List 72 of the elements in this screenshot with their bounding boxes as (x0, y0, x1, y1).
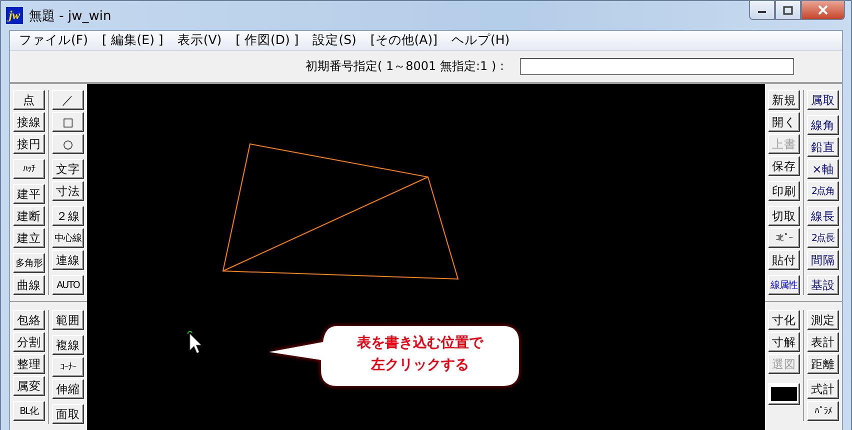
minimize-button[interactable] (749, 1, 775, 20)
menu-item[interactable]: 設定(S) (306, 32, 364, 49)
tool-button[interactable]: 接線 (13, 112, 45, 132)
tool-button[interactable]: 距離 (807, 354, 839, 374)
close-button[interactable] (801, 1, 845, 20)
tool-button[interactable]: 伸縮 (52, 379, 84, 399)
tool-button[interactable]: 寸化 (768, 310, 800, 330)
tool-button[interactable]: 分割 (13, 332, 45, 352)
tool-button[interactable]: 多角形 (13, 253, 45, 273)
input-field[interactable] (520, 58, 794, 75)
tool-button[interactable]: 包絡 (13, 310, 45, 330)
cursor-icon (187, 330, 202, 354)
tool-button[interactable]: ２線 (52, 206, 84, 226)
maximize-icon (783, 6, 793, 14)
tool-button[interactable]: AUTO (52, 275, 84, 295)
tool-button[interactable]: 整理 (13, 354, 45, 374)
app-logo: jw (6, 7, 23, 24)
tool-button[interactable]: 建平 (13, 184, 45, 204)
tool-button[interactable]: 線属性 (768, 275, 800, 295)
tool-button[interactable]: 2点角 (807, 181, 839, 201)
tool-button[interactable]: 線角 (807, 115, 839, 135)
tool-button[interactable]: 線長 (807, 206, 839, 226)
menu-item[interactable]: [その他(A)] (363, 32, 444, 49)
close-icon (818, 5, 828, 15)
drawing-canvas[interactable]: 表を書き込む位置で 左クリックする (87, 84, 765, 430)
tool-button[interactable]: ｺｰﾅｰ (52, 357, 84, 377)
tool-button[interactable]: BL化 (13, 401, 45, 421)
tool-button[interactable]: 中心線 (52, 228, 84, 248)
tool-button[interactable]: 表計 (807, 332, 839, 352)
callout-text: 表を書き込む位置で 左クリックする (356, 334, 484, 375)
tool-button[interactable]: ﾊﾟﾗﾒ (807, 401, 839, 421)
menu-item[interactable]: [ 編集(E) ] (94, 32, 170, 49)
tool-button[interactable]: 測定 (807, 310, 839, 330)
tool-button[interactable]: ○ (52, 134, 84, 154)
tool-button[interactable]: 寸解 (768, 332, 800, 352)
tool-button[interactable]: 式計 (807, 379, 839, 399)
tool-button[interactable]: 属取 (807, 90, 839, 110)
tool-button[interactable]: 間隔 (807, 250, 839, 270)
window-title: 無題 - jw_win (29, 8, 112, 24)
tool-button[interactable]: 切取 (768, 206, 800, 226)
tool-button[interactable]: 点 (13, 90, 45, 110)
tool-button[interactable]: 建立 (13, 228, 45, 248)
tool-button[interactable]: 範囲 (52, 310, 84, 330)
tool-button[interactable]: □ (52, 112, 84, 132)
tool-button[interactable]: ﾊｯﾁ (13, 159, 45, 179)
tool-button[interactable]: 2点長 (807, 228, 839, 248)
tool-button[interactable]: 曲線 (13, 275, 45, 295)
menu-item[interactable]: ファイル(F) (12, 32, 95, 49)
field-label: 初期番号指定( 1～8001 無指定:1 ) : (305, 58, 504, 75)
tool-button[interactable]: 鉛直 (807, 137, 839, 157)
tool-button[interactable]: 保存 (768, 156, 800, 176)
tool-button[interactable]: 新規 (768, 90, 800, 110)
tool-button[interactable]: 建断 (13, 206, 45, 226)
tool-button[interactable]: ｺﾋﾟｰ (768, 228, 800, 248)
menu-item[interactable]: [ 作図(D) ] (228, 32, 306, 49)
tool-button[interactable]: 接円 (13, 134, 45, 154)
tool-button[interactable]: 寸法 (52, 181, 84, 201)
tool-button[interactable]: ×軸 (807, 159, 839, 179)
maximize-button[interactable] (775, 1, 801, 20)
menu-item[interactable]: ヘルプ(H) (444, 32, 517, 49)
tool-button[interactable]: 複線 (52, 335, 84, 355)
tool-button[interactable]: ／ (52, 90, 84, 110)
color-swatch-button[interactable] (768, 383, 800, 405)
tool-button[interactable]: 印刷 (768, 181, 800, 201)
tool-button[interactable]: 開く (768, 112, 800, 132)
tool-button[interactable]: 連線 (52, 250, 84, 270)
tool-button[interactable]: 貼付 (768, 250, 800, 270)
tool-button[interactable]: 文字 (52, 159, 84, 179)
tool-button[interactable]: 基設 (807, 275, 839, 295)
tool-button[interactable]: 面取 (52, 404, 84, 424)
menu-item[interactable]: 表示(V) (170, 32, 229, 49)
tool-button[interactable]: 属変 (13, 376, 45, 396)
